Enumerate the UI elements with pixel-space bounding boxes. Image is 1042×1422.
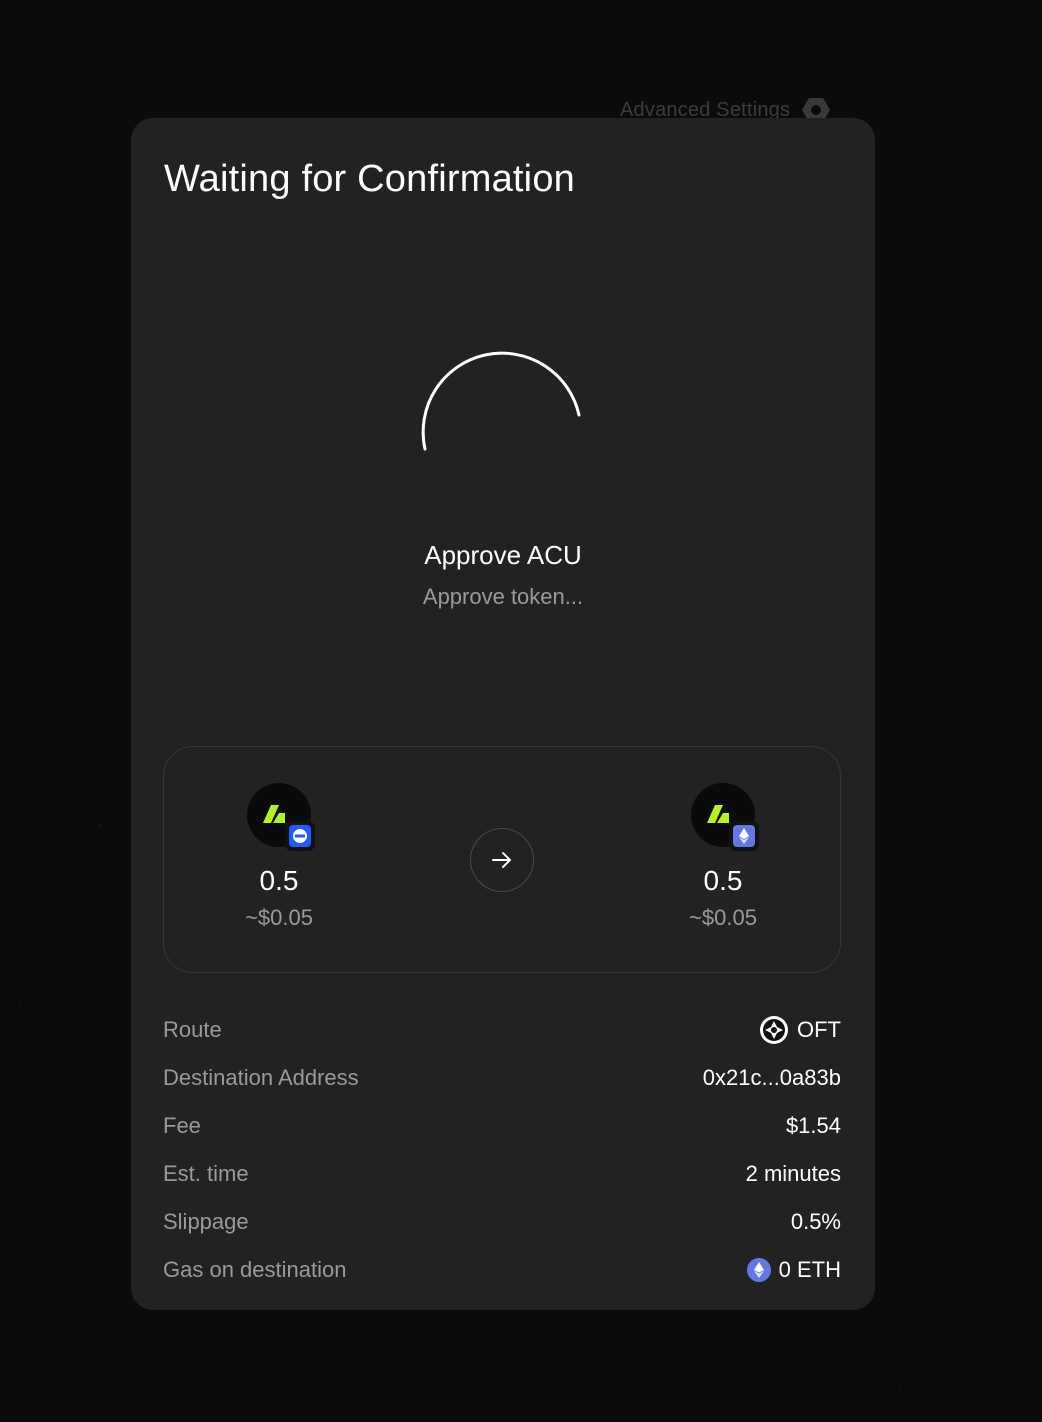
arrow-right-icon bbox=[470, 828, 534, 892]
destination-amount: 0.5 bbox=[703, 865, 743, 896]
slippage-value: 0.5% bbox=[790, 1209, 841, 1234]
step-title: Approve ACU bbox=[424, 540, 582, 570]
detail-row-fee: Fee $1.54 bbox=[163, 1102, 841, 1150]
detail-label: Gas on destination bbox=[163, 1257, 347, 1282]
detail-row-gas-on-destination: Gas on destination 0 ETH bbox=[163, 1246, 841, 1294]
fee-value: $1.54 bbox=[785, 1113, 841, 1138]
detail-row-est-time: Est. time 2 minutes bbox=[163, 1150, 841, 1198]
destination-address-value: 0x21c...0a83b bbox=[702, 1065, 841, 1090]
destination-token: 0.5 ~$0.05 bbox=[623, 747, 823, 974]
detail-label: Route bbox=[163, 1017, 222, 1042]
gas-on-destination-value: 0 ETH bbox=[778, 1257, 841, 1282]
source-usd-value: ~$0.05 bbox=[245, 905, 313, 930]
confirmation-modal: Waiting for Confirmation Approve ACU App… bbox=[131, 118, 875, 1310]
detail-label: Slippage bbox=[163, 1209, 249, 1234]
modal-title: Waiting for Confirmation bbox=[164, 158, 575, 200]
destination-usd-value: ~$0.05 bbox=[689, 905, 757, 930]
detail-label: Destination Address bbox=[163, 1065, 359, 1090]
source-amount: 0.5 bbox=[259, 865, 299, 896]
detail-row-slippage: Slippage 0.5% bbox=[163, 1198, 841, 1246]
ethereum-chain-icon bbox=[729, 821, 759, 851]
eth-icon bbox=[746, 1258, 771, 1282]
oft-route-icon bbox=[759, 1015, 789, 1045]
detail-row-destination-address: Destination Address 0x21c...0a83b bbox=[163, 1054, 841, 1102]
detail-label: Est. time bbox=[163, 1161, 249, 1186]
detail-row-route: Route OFT bbox=[163, 1006, 841, 1054]
route-value: OFT bbox=[797, 1017, 841, 1042]
source-token-avatar bbox=[247, 783, 315, 851]
loading-spinner bbox=[421, 351, 581, 451]
est-time-value: 2 minutes bbox=[745, 1161, 841, 1186]
source-chain-icon bbox=[285, 821, 315, 851]
step-subtitle: Approve token... bbox=[422, 584, 584, 609]
detail-value: OFT bbox=[759, 1015, 841, 1045]
detail-value: 0 ETH bbox=[746, 1257, 841, 1283]
swap-summary: 0.5 ~$0.05 0.5 ~$0.05 bbox=[163, 746, 841, 973]
detail-label: Fee bbox=[163, 1113, 201, 1138]
source-token: 0.5 ~$0.05 bbox=[179, 747, 379, 974]
destination-token-avatar bbox=[691, 783, 759, 851]
transaction-details: Route OFT Destination Address 0x21c...0a… bbox=[163, 1006, 841, 1294]
